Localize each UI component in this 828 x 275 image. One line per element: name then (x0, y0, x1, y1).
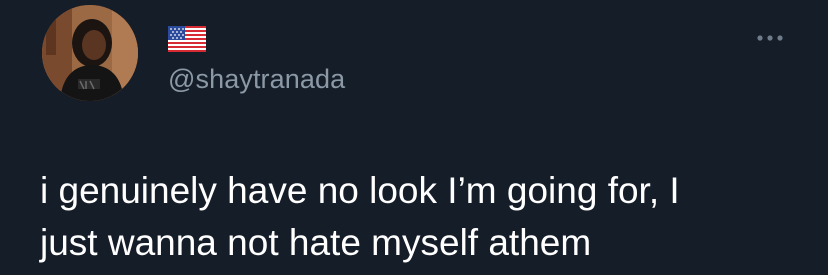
tweet-text: i genuinely have no look I’m going for, … (40, 170, 680, 263)
more-options-button[interactable] (752, 28, 788, 48)
display-name[interactable] (168, 26, 206, 52)
avatar[interactable] (42, 5, 138, 101)
us-flag-icon (168, 26, 206, 52)
tweet-card: @shaytranada i genuinely have no look I’… (0, 0, 828, 275)
user-handle[interactable]: @shaytranada (168, 63, 345, 95)
more-options-icon (757, 35, 783, 41)
profile-photo-icon (42, 5, 138, 101)
